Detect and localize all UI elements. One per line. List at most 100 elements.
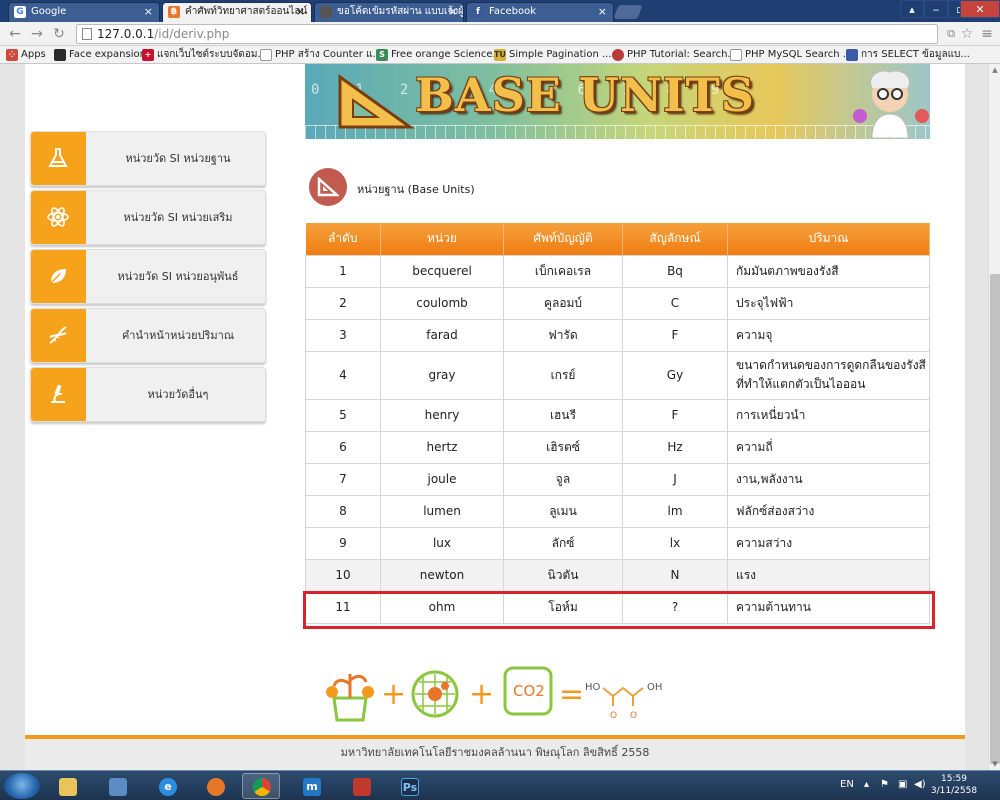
reload-icon[interactable]: ↻ [50,25,68,43]
tab-title: คำศัพท์วิทยาศาสตร์ออนไลน์ [185,6,308,17]
sidebar-item-label: หน่วยวัด SI หน่วยอนุพันธ์ [117,270,239,283]
bookmark-item[interactable]: การ SELECT ข้อมูลแบ... [846,47,970,63]
flask-icon [31,132,86,185]
table-cell: 1 [305,254,381,288]
svg-text:=: = [559,677,584,712]
sidebar-item-si-supplementary[interactable]: หน่วยวัด SI หน่วยเสริม [30,190,266,245]
table-cell: ฟลักซ์ส่องสว่าง [727,494,930,528]
internet-explorer-icon: e [159,778,177,796]
table-cell: coulomb [380,286,504,320]
taskbar-control-panel[interactable] [98,773,136,799]
taskbar-ie[interactable]: e [148,773,186,799]
tray-expand-icon[interactable]: ▴ [864,771,869,799]
folder-icon [59,778,77,796]
bookmark-item[interactable]: PHP สร้าง Counter แ... [260,47,382,63]
taskbar-explorer[interactable] [48,773,86,799]
page-icon [260,49,272,61]
taskbar-app[interactable] [342,773,380,799]
volume-icon[interactable]: ◀) [914,771,926,799]
section-title: หน่วยฐาน (Base Units) [357,183,475,196]
close-tab-icon[interactable]: × [144,3,153,21]
plant-icon [326,674,374,722]
table-cell: เฮนรี [503,398,623,432]
taskbar-firefox[interactable] [196,773,234,799]
bookmark-star-icon[interactable]: ☆ [958,25,976,43]
column-header: สัญลักษณ์ [622,223,728,255]
site-icon [612,49,624,61]
table-cell: ประจุไฟฟ้า [727,286,930,320]
start-button[interactable] [4,773,40,799]
page-scrollbar[interactable]: ▲ ▼ [988,64,1000,770]
base-units-banner: 0123456789 BASE UNITS [305,64,930,139]
column-header: หน่วย [380,223,504,255]
microscope-icon [31,368,86,421]
table-cell: ความจุ [727,318,930,352]
table-cell: 9 [305,526,381,560]
bookmark-item[interactable]: PHP MySQL Search ... [730,47,852,63]
table-cell: 5 [305,398,381,432]
new-tab-button[interactable] [613,5,643,19]
sidebar-item-si-base-units[interactable]: หน่วยวัด SI หน่วยฐาน [30,131,266,186]
tab-facebook[interactable]: f Facebook × [466,2,614,22]
forward-icon[interactable]: → [28,25,46,43]
taskbar-photoshop[interactable]: Ps [390,773,428,799]
tab-science-dictionary[interactable]: ฿ คำศัพท์วิทยาศาสตร์ออนไลน์ × [162,2,312,22]
bookmark-apps[interactable]: ⁘ Apps [6,47,46,63]
site-icon [846,49,858,61]
taskbar-chrome[interactable] [242,773,280,799]
url-text[interactable]: 127.0.0.1/id/deriv.php [97,26,229,43]
taskbar-clock[interactable]: 15:59 3/11/2558 [928,773,980,797]
table-row: 5 henry เฮนรี F การเหนี่ยวนำ [305,398,930,432]
firefox-icon [207,778,225,796]
table-cell: 2 [305,286,381,320]
sidebar-item-si-derived[interactable]: หน่วยวัด SI หน่วยอนุพันธ์ [30,249,266,304]
table-cell: hertz [380,430,504,464]
sidebar-item-prefixes[interactable]: คำนำหน้าหน่วยปริมาณ [30,308,266,363]
table-header-row: ลำดับ หน่วย ศัพท์บัญญัติ สัญลักษณ์ ปริมา… [305,223,930,255]
sidebar-item-other-units[interactable]: หน่วยวัดอื่นๆ [30,367,266,422]
flag-icon[interactable]: ⚑ [880,771,889,799]
site-icon: TU [494,49,506,61]
url-host: 127.0.0.1 [97,27,155,41]
table-cell: คูลอมบ์ [503,286,623,320]
chrome-icon [253,778,271,796]
scroll-down-icon[interactable]: ▼ [989,758,1000,770]
svg-text:+: + [469,677,494,712]
svg-text:O: O [610,711,617,721]
scrollbar-thumb[interactable] [990,274,1000,764]
back-icon[interactable]: ← [6,25,24,43]
maxthon-icon: m [303,778,321,796]
close-tab-icon[interactable]: × [448,3,457,21]
language-indicator[interactable]: EN [840,771,854,799]
close-window-button[interactable]: ✕ [960,0,1000,18]
minimize-button[interactable]: ‒ [924,0,948,18]
taskbar-maxthon[interactable]: m [292,773,330,799]
table-cell: Bq [622,254,728,288]
table-cell: 4 [305,350,381,400]
address-bar[interactable]: 127.0.0.1/id/deriv.php [76,24,938,44]
bookmark-item[interactable]: Face expansion [54,47,146,63]
bookmark-label: Simple Pagination ... [509,49,612,60]
table-cell: 10 [305,558,381,592]
close-tab-icon[interactable]: × [598,3,607,21]
bookmark-item[interactable]: S Free orange Science... [376,47,502,63]
bookmark-item[interactable]: PHP Tutorial: Search... [612,47,737,63]
tab-password-code[interactable]: ขอโค้ดเข้มรหัสผ่าน แบบเจ้งผู้ใช้ × [314,2,464,22]
set-square-icon [338,74,415,129]
table-cell: Gy [622,350,728,400]
menu-icon[interactable]: ≡ [978,25,996,43]
close-tab-icon[interactable]: × [296,3,305,21]
table-row: 2 coulomb คูลอมบ์ C ประจุไฟฟ้า [305,286,930,320]
tab-google[interactable]: G Google × [8,2,160,22]
bookmark-item[interactable]: TU Simple Pagination ... [494,47,612,63]
sidebar-item-label: หน่วยวัดอื่นๆ [147,388,209,401]
bookmark-item[interactable]: + แจกเว็บไซต์ระบบจัดอม... [142,47,267,63]
table-cell: ความสว่าง [727,526,930,560]
user-icon[interactable]: ▴ [900,0,924,18]
table-row: 6 hertz เฮิรตซ์ Hz ความถี่ [305,430,930,464]
page-content: หน่วยวัด SI หน่วยฐาน หน่วยวัด SI หน่วยเส… [25,64,965,770]
network-icon[interactable]: ▣ [898,771,907,799]
scroll-up-icon[interactable]: ▲ [989,64,1000,76]
table-cell: Hz [622,430,728,464]
bookmark-label: การ SELECT ข้อมูลแบ... [861,49,970,60]
